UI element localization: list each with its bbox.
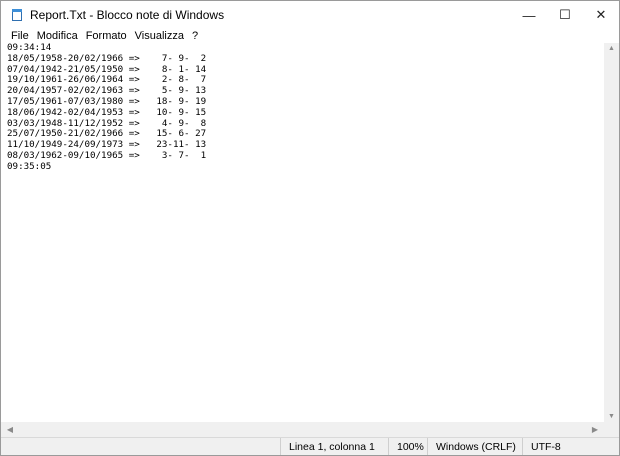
window-title: Report.Txt - Blocco note di Windows bbox=[30, 8, 225, 22]
menu-formato[interactable]: Formato bbox=[82, 30, 131, 42]
cursor-position: Linea 1, colonna 1 bbox=[280, 438, 388, 455]
scroll-down-icon[interactable]: ▼ bbox=[604, 413, 619, 420]
horizontal-scrollbar[interactable]: ◀ ▶ bbox=[1, 422, 604, 437]
zoom-level: 100% bbox=[388, 438, 427, 455]
menu-bar: File Modifica Formato Visualizza ? bbox=[1, 29, 202, 43]
scroll-right-icon[interactable]: ▶ bbox=[588, 422, 602, 437]
maximize-icon: ☐ bbox=[559, 7, 571, 22]
notepad-icon bbox=[10, 8, 24, 22]
menu-visualizza[interactable]: Visualizza bbox=[131, 30, 188, 42]
title-bar[interactable]: Report.Txt - Blocco note di Windows — ☐ … bbox=[1, 1, 619, 29]
maximize-button[interactable]: ☐ bbox=[547, 1, 583, 29]
menu-file[interactable]: File bbox=[7, 30, 33, 42]
window-controls: — ☐ ✕ bbox=[511, 1, 619, 29]
text-editor[interactable]: 09:34:14 18/05/1958-20/02/1966 => 7- 9- … bbox=[4, 42, 604, 422]
menu-help[interactable]: ? bbox=[188, 30, 202, 42]
menu-modifica[interactable]: Modifica bbox=[33, 30, 82, 42]
scroll-left-icon[interactable]: ◀ bbox=[3, 422, 17, 437]
encoding: UTF-8 bbox=[522, 438, 619, 455]
notepad-window: Report.Txt - Blocco note di Windows — ☐ … bbox=[0, 0, 620, 456]
minimize-icon: — bbox=[522, 7, 536, 23]
scroll-up-icon[interactable]: ▲ bbox=[604, 45, 619, 52]
scrollbar-corner bbox=[604, 422, 619, 437]
status-bar: Linea 1, colonna 1 100% Windows (CRLF) U… bbox=[1, 437, 619, 455]
line-endings: Windows (CRLF) bbox=[427, 438, 522, 455]
close-icon: ✕ bbox=[595, 7, 607, 22]
close-button[interactable]: ✕ bbox=[583, 1, 619, 29]
vertical-scrollbar[interactable]: ▲ ▼ bbox=[604, 43, 619, 422]
minimize-button[interactable]: — bbox=[511, 1, 547, 29]
document-text[interactable]: 09:34:14 18/05/1958-20/02/1966 => 7- 9- … bbox=[7, 42, 206, 173]
